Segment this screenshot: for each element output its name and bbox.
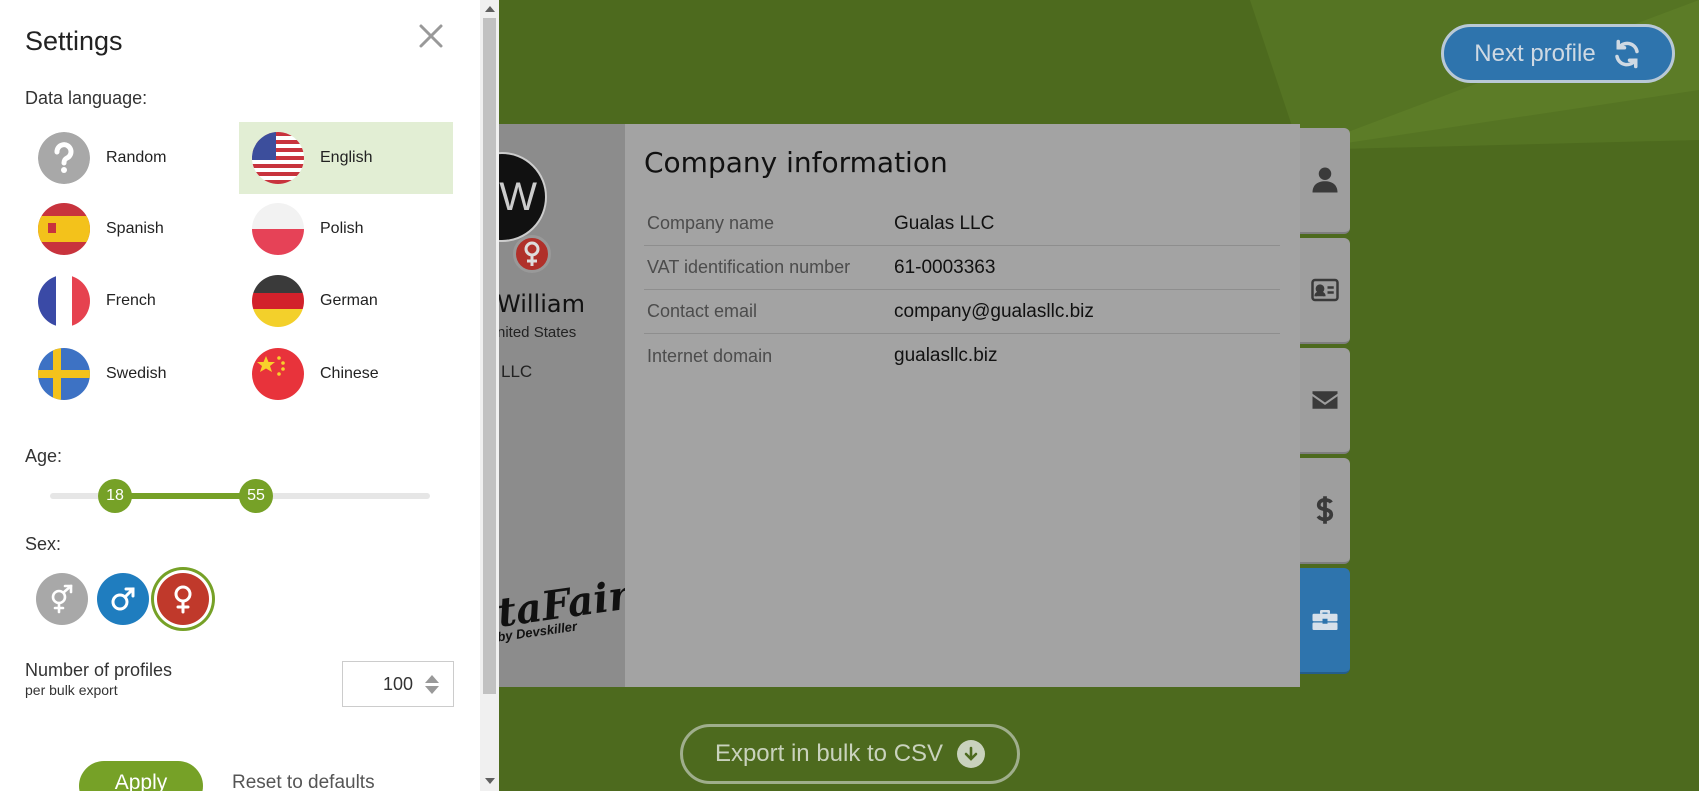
language-option-random[interactable]: Random — [25, 122, 239, 194]
language-option-chinese[interactable]: Chinese — [239, 338, 453, 410]
both-genders-icon — [51, 584, 73, 614]
profiles-count-label: Number of profiles — [25, 660, 173, 680]
language-name: Spanish — [106, 220, 164, 237]
table-row: Internet domain gualasllc.biz — [644, 334, 1280, 378]
female-icon — [174, 585, 192, 614]
data-language-label: Data language: — [25, 88, 148, 108]
next-profile-label: Next profile — [1474, 39, 1596, 67]
spain-flag-icon — [38, 203, 90, 255]
spin-down-icon[interactable] — [425, 685, 439, 694]
dollar-icon — [1316, 496, 1334, 524]
language-name: English — [320, 149, 373, 166]
reset-defaults-link[interactable]: Reset to defaults — [232, 772, 375, 791]
language-name: Random — [106, 149, 167, 166]
profiles-count-value: 100 — [382, 673, 413, 694]
row-label: Contact email — [647, 301, 758, 321]
china-flag-icon — [252, 348, 304, 400]
sex-option-both[interactable] — [36, 573, 88, 625]
table-row: Company name Gualas LLC — [644, 202, 1280, 246]
language-option-german[interactable]: German — [239, 265, 453, 337]
language-name: German — [320, 292, 378, 309]
male-icon — [111, 587, 135, 611]
profile-name: William — [497, 290, 585, 318]
row-value: company@gualasllc.biz — [894, 300, 1094, 322]
scroll-up-arrow-icon[interactable] — [485, 6, 495, 12]
france-flag-icon — [38, 275, 90, 327]
table-row: Contact email company@gualasllc.biz — [644, 290, 1280, 334]
refresh-icon — [1614, 39, 1639, 68]
close-button[interactable] — [416, 18, 446, 54]
language-option-spanish[interactable]: Spanish — [25, 193, 239, 265]
user-icon — [1312, 167, 1338, 193]
profiles-count-input[interactable]: 100 — [342, 661, 454, 707]
profile-summary-panel: W William nited States LLC taFairy by De… — [497, 124, 625, 687]
profile-country: nited States — [497, 324, 577, 341]
table-row: VAT identification number 61-0003363 — [644, 246, 1280, 290]
scrollbar-thumb[interactable] — [483, 18, 496, 694]
language-name: French — [106, 292, 156, 309]
apply-button[interactable]: Apply — [79, 761, 203, 791]
tab-contact[interactable] — [1300, 348, 1350, 454]
tab-finance[interactable] — [1300, 458, 1350, 564]
age-label: Age: — [25, 446, 63, 466]
avatar-initial: W — [499, 174, 537, 219]
row-label: Internet domain — [647, 345, 773, 366]
germany-flag-icon — [252, 275, 304, 327]
close-icon — [419, 24, 443, 48]
company-info-table: Company name Gualas LLC VAT identificati… — [644, 202, 1280, 378]
us-flag-icon — [252, 132, 304, 184]
section-title: Company information — [644, 146, 948, 179]
language-name: Swedish — [106, 365, 167, 382]
next-profile-button[interactable]: Next profile — [1441, 24, 1675, 83]
settings-title: Settings — [25, 26, 123, 56]
avatar: W — [497, 152, 547, 242]
row-value: Gualas LLC — [894, 212, 995, 234]
briefcase-icon — [1312, 610, 1338, 630]
sex-option-female[interactable] — [157, 573, 209, 625]
sex-label: Sex: — [25, 534, 62, 554]
sweden-flag-icon — [38, 348, 90, 400]
age-slider-range — [115, 493, 256, 499]
sex-option-male[interactable] — [97, 573, 149, 625]
language-option-french[interactable]: French — [25, 265, 239, 337]
row-label: VAT identification number — [647, 257, 851, 277]
tab-identity[interactable] — [1300, 238, 1350, 344]
language-name: Chinese — [320, 365, 379, 382]
question-icon — [38, 132, 90, 184]
export-label: Export in bulk to CSV — [714, 740, 944, 767]
age-min-handle[interactable]: 18 — [98, 479, 132, 513]
language-name: Polish — [320, 220, 364, 237]
download-arrow-icon — [957, 740, 986, 768]
tab-company[interactable] — [1300, 568, 1350, 674]
row-value: 61-0003363 — [894, 256, 996, 278]
scroll-down-arrow-icon[interactable] — [485, 778, 495, 784]
poland-flag-icon — [252, 203, 304, 255]
age-max-handle[interactable]: 55 — [239, 479, 273, 513]
company-info-panel: Company information Company name Gualas … — [625, 124, 1300, 687]
language-option-polish[interactable]: Polish — [239, 193, 453, 265]
female-badge-icon — [513, 235, 551, 273]
language-option-swedish[interactable]: Swedish — [25, 338, 239, 410]
settings-panel: Settings Data language: Random English S… — [0, 0, 480, 791]
language-option-english[interactable]: English — [239, 122, 453, 194]
envelope-icon — [1312, 391, 1338, 409]
row-value: gualasllc.biz — [894, 345, 998, 366]
export-csv-button[interactable]: Export in bulk to CSV — [680, 724, 1020, 784]
id-card-icon — [1311, 278, 1339, 302]
tab-personal[interactable] — [1300, 128, 1350, 234]
profiles-count-sublabel: per bulk export — [25, 682, 118, 698]
row-label: Company name — [647, 213, 775, 233]
number-spinner[interactable] — [425, 674, 439, 694]
spin-up-icon[interactable] — [425, 674, 439, 683]
profile-company-short: LLC — [501, 362, 533, 381]
